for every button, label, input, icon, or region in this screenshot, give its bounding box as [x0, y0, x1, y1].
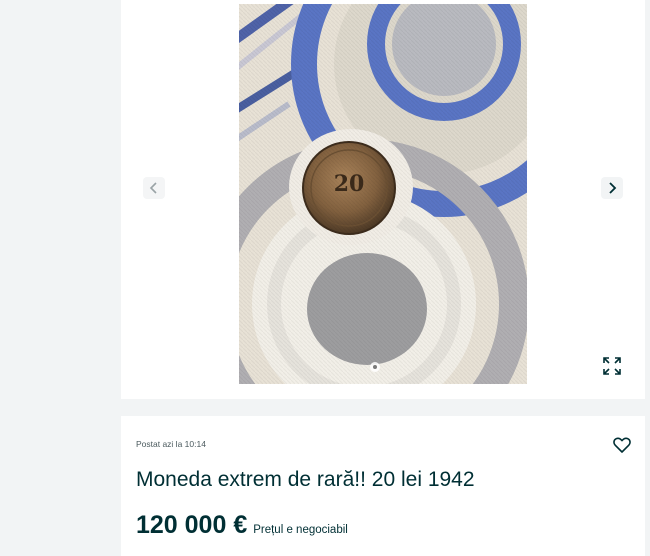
- listing-photo[interactable]: 20: [239, 4, 527, 384]
- listing-title: Moneda extrem de rară!! 20 lei 1942: [136, 468, 475, 491]
- posted-date: Postat azi la 10:14: [136, 439, 206, 449]
- fullscreen-button[interactable]: [601, 355, 623, 377]
- active-dot: [373, 365, 377, 369]
- heart-outline-icon: [613, 437, 631, 453]
- gallery-next-button[interactable]: [601, 177, 623, 199]
- gallery-prev-button[interactable]: [143, 177, 165, 199]
- coin-photo-image: 20: [239, 4, 527, 384]
- listing-price: 120 000 €: [136, 511, 248, 539]
- negotiable-label: Prețul e negociabil: [253, 524, 348, 536]
- listing-info-card: Postat azi la 10:14 Moneda extrem de rar…: [121, 416, 645, 556]
- fullscreen-expand-icon: [603, 357, 621, 375]
- chevron-right-icon: [609, 182, 617, 194]
- chevron-left-icon: [149, 182, 157, 194]
- favorite-button[interactable]: [610, 433, 634, 457]
- price-row: 120 000 € Prețul e negociabil: [136, 511, 348, 540]
- gallery-slide-indicator[interactable]: [370, 362, 380, 372]
- image-gallery: 20: [121, 0, 645, 399]
